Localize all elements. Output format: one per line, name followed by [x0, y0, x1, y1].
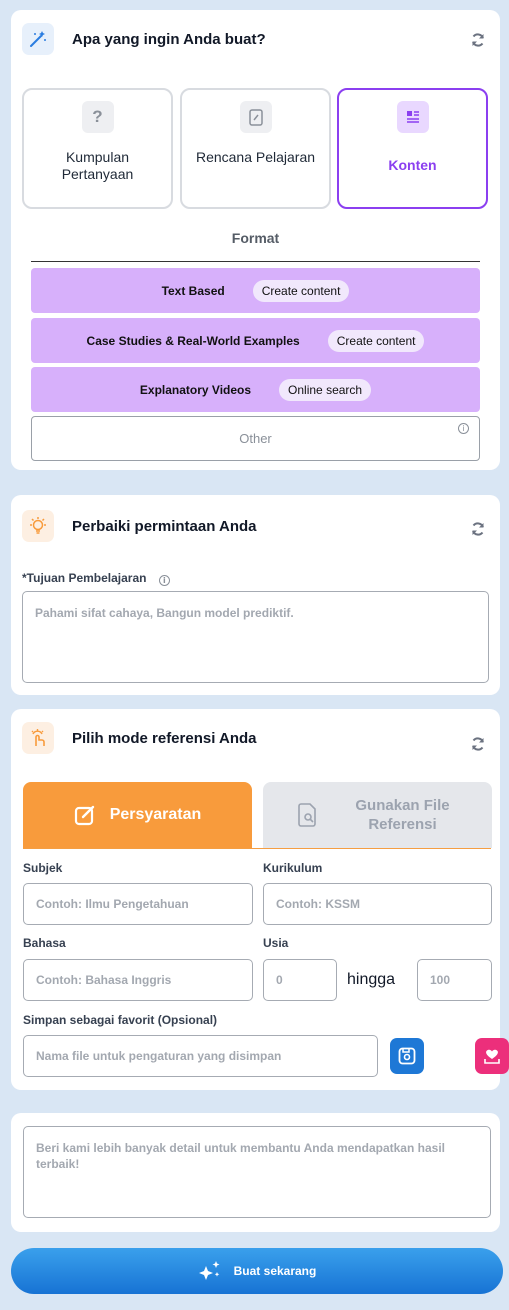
refine-card-header: Perbaiki permintaan Anda	[22, 510, 257, 542]
reference-title: Pilih mode referensi Anda	[72, 729, 257, 747]
format-action-pill: Create content	[327, 329, 425, 352]
create-title: Apa yang ingin Anda buat?	[72, 30, 266, 48]
tab-underline	[23, 848, 491, 849]
type-label: Kumpulan Pertanyaan	[61, 149, 134, 182]
create-now-label: Buat sekarang	[233, 1264, 317, 1278]
heart-download-icon	[484, 1049, 500, 1064]
curriculum-placeholder: Contoh: KSSM	[276, 897, 360, 911]
age-min-input[interactable]: 0	[263, 959, 337, 1001]
format-name: Case Studies & Real-World Examples	[86, 333, 300, 348]
type-label: Konten	[388, 157, 437, 173]
divider	[31, 261, 480, 262]
lightbulb-icon	[22, 510, 54, 542]
type-lesson-plan[interactable]: Rencana Pelajaran	[180, 88, 331, 209]
details-card: Beri kami lebih banyak detail untuk memb…	[11, 1113, 500, 1232]
subject-label: Subjek	[23, 861, 63, 875]
age-min-value: 0	[276, 973, 283, 987]
format-option[interactable]: Case Studies & Real-World Examples Creat…	[31, 318, 480, 363]
type-content[interactable]: Konten	[337, 88, 488, 209]
reference-card: Pilih mode referensi Anda Persyaratan Gu…	[11, 709, 509, 1090]
sparkles-icon	[198, 1261, 220, 1280]
favorite-label: Simpan sebagai favorit (Opsional)	[23, 1013, 218, 1027]
save-favorite-button[interactable]	[390, 1038, 424, 1074]
info-icon: i	[158, 575, 170, 586]
format-name: Explanatory Videos	[139, 382, 252, 397]
details-placeholder: Beri kami lebih banyak detail untuk memb…	[36, 1141, 445, 1171]
tab-reference-file-label: Gunakan File Referensi	[355, 797, 450, 833]
edit-document-icon	[239, 101, 272, 133]
reference-card-header: Pilih mode referensi Anda	[22, 722, 257, 754]
format-option[interactable]: Text Based Create content	[31, 268, 480, 313]
type-question-set[interactable]: ? Kumpulan Pertanyaan	[22, 88, 173, 209]
objective-placeholder: Pahami sifat cahaya, Bangun model predik…	[35, 606, 294, 620]
type-label: Rencana Pelajaran	[195, 149, 316, 165]
file-search-icon	[297, 803, 316, 827]
load-favorite-button[interactable]	[475, 1038, 509, 1074]
objective-textarea[interactable]: Pahami sifat cahaya, Bangun model predik…	[22, 591, 489, 683]
refresh-icon[interactable]	[468, 30, 488, 50]
refine-card: Perbaiki permintaan Anda *Tujuan Pembela…	[11, 495, 500, 695]
age-range-separator: hingga	[347, 971, 396, 988]
format-action-pill: Online search	[279, 378, 372, 401]
hand-tap-icon	[22, 722, 54, 754]
objective-label: *Tujuan Pembelajaran i	[22, 571, 170, 586]
favorite-placeholder: Nama file untuk pengaturan yang disimpan	[36, 1049, 282, 1063]
language-input[interactable]: Contoh: Bahasa Inggris	[23, 959, 253, 1001]
format-option[interactable]: Explanatory Videos Online search	[31, 367, 480, 412]
refine-title: Perbaiki permintaan Anda	[72, 517, 257, 535]
article-icon	[396, 101, 429, 133]
details-textarea[interactable]: Beri kami lebih banyak detail untuk memb…	[23, 1126, 491, 1218]
refresh-icon[interactable]	[468, 519, 488, 539]
info-icon: i	[458, 423, 469, 434]
save-icon	[398, 1047, 416, 1065]
favorite-name-input[interactable]: Nama file untuk pengaturan yang disimpan	[23, 1035, 378, 1077]
format-action-pill: Create content	[252, 279, 350, 302]
create-card-header: Apa yang ingin Anda buat?	[22, 23, 266, 55]
refresh-icon[interactable]	[468, 734, 488, 754]
language-label: Bahasa	[23, 936, 66, 950]
create-card: Apa yang ingin Anda buat? ? Kumpulan Per…	[11, 10, 500, 470]
subject-input[interactable]: Contoh: Ilmu Pengetahuan	[23, 883, 253, 925]
format-heading: Format	[231, 230, 280, 246]
edit-icon	[74, 805, 94, 826]
question-icon: ?	[81, 101, 114, 133]
create-now-button[interactable]: Buat sekarang	[11, 1248, 503, 1294]
language-placeholder: Contoh: Bahasa Inggris	[36, 973, 172, 987]
age-max-value: 100	[430, 973, 451, 987]
other-label: Other	[239, 431, 272, 446]
subject-placeholder: Contoh: Ilmu Pengetahuan	[36, 897, 189, 911]
age-label: Usia	[263, 936, 289, 950]
curriculum-label: Kurikulum	[263, 861, 323, 875]
format-name: Text Based	[161, 283, 225, 298]
tab-reference-file[interactable]: Gunakan File Referensi	[263, 782, 492, 848]
magic-wand-icon	[22, 23, 54, 55]
tab-requirements-label: Persyaratan	[109, 806, 202, 823]
format-other-input[interactable]: Other i	[31, 416, 480, 461]
tab-requirements[interactable]: Persyaratan	[23, 782, 252, 848]
age-max-input[interactable]: 100	[417, 959, 492, 1001]
curriculum-input[interactable]: Contoh: KSSM	[263, 883, 492, 925]
